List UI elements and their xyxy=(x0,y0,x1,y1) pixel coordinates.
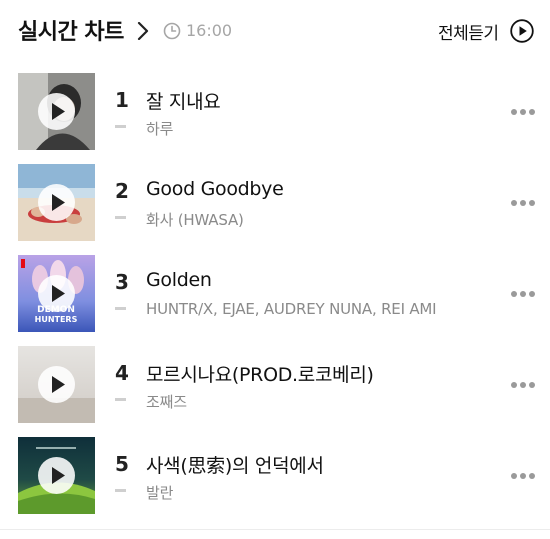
album-cover[interactable] xyxy=(18,346,95,423)
play-icon xyxy=(52,103,65,120)
cover-title-line2: HUNTERS xyxy=(35,315,78,324)
artist-name[interactable]: 조째즈 xyxy=(146,391,486,412)
more-horizontal-icon[interactable] xyxy=(511,472,535,480)
artist-name[interactable]: 발란 xyxy=(146,482,486,503)
rank-change-indicator xyxy=(115,216,126,219)
album-cover[interactable]: DEMON HUNTERS xyxy=(18,255,95,332)
rank-number: 1 xyxy=(115,88,129,112)
song-title[interactable]: 잘 지내요 xyxy=(146,87,221,114)
play-icon xyxy=(52,285,65,302)
play-button[interactable] xyxy=(38,275,75,312)
chart-row[interactable]: 2 Good Goodbye 화사 (HWASA) xyxy=(0,164,550,242)
artist-name[interactable]: 화사 (HWASA) xyxy=(146,209,486,230)
play-button[interactable] xyxy=(38,366,75,403)
more-horizontal-icon[interactable] xyxy=(511,199,535,207)
album-cover[interactable] xyxy=(18,437,95,514)
song-title[interactable]: 모르시나요(PROD.로코베리) xyxy=(146,360,374,387)
more-horizontal-icon[interactable] xyxy=(511,381,535,389)
song-title[interactable]: 사색(思索)의 언덕에서 xyxy=(146,451,324,478)
play-button[interactable] xyxy=(38,457,75,494)
rank-change-indicator xyxy=(115,489,126,492)
chart-row[interactable]: 5 사색(思索)의 언덕에서 발란 xyxy=(0,437,550,515)
rank-number: 4 xyxy=(115,361,129,385)
play-icon xyxy=(52,467,65,484)
chart-row[interactable]: 1 잘 지내요 하루 xyxy=(0,73,550,151)
page-title[interactable]: 실시간 차트 xyxy=(18,14,124,46)
chevron-right-icon[interactable] xyxy=(137,22,149,40)
play-all-label[interactable]: 전체듣기 xyxy=(438,19,499,44)
bottom-divider xyxy=(0,529,550,530)
song-title[interactable]: Golden xyxy=(146,269,212,291)
rank-change-indicator xyxy=(115,125,126,128)
rank-number: 3 xyxy=(115,270,129,294)
clock-icon xyxy=(163,22,181,40)
play-circle-icon[interactable] xyxy=(510,19,534,43)
artist-name[interactable]: 하루 xyxy=(146,118,486,139)
play-button[interactable] xyxy=(38,93,75,130)
rank-number: 2 xyxy=(115,179,129,203)
rank-change-indicator xyxy=(115,398,126,401)
chart-update-time: 16:00 xyxy=(186,21,233,40)
play-button[interactable] xyxy=(38,184,75,221)
more-horizontal-icon[interactable] xyxy=(511,290,535,298)
rank-change-indicator xyxy=(115,307,126,310)
album-cover[interactable] xyxy=(18,73,95,150)
play-icon xyxy=(52,194,65,211)
album-cover[interactable] xyxy=(18,164,95,241)
chart-row[interactable]: 4 모르시나요(PROD.로코베리) 조째즈 xyxy=(0,346,550,424)
song-title[interactable]: Good Goodbye xyxy=(146,178,284,200)
chart-row[interactable]: DEMON HUNTERS 3 Golden HUNTR/X, EJAE, AU… xyxy=(0,255,550,333)
more-horizontal-icon[interactable] xyxy=(511,108,535,116)
rank-number: 5 xyxy=(115,452,129,476)
artist-name[interactable]: HUNTR/X, EJAE, AUDREY NUNA, REI AMI xyxy=(146,300,486,318)
play-icon xyxy=(52,376,65,393)
chart-header: 실시간 차트 16:00 전체듣기 xyxy=(0,0,550,64)
